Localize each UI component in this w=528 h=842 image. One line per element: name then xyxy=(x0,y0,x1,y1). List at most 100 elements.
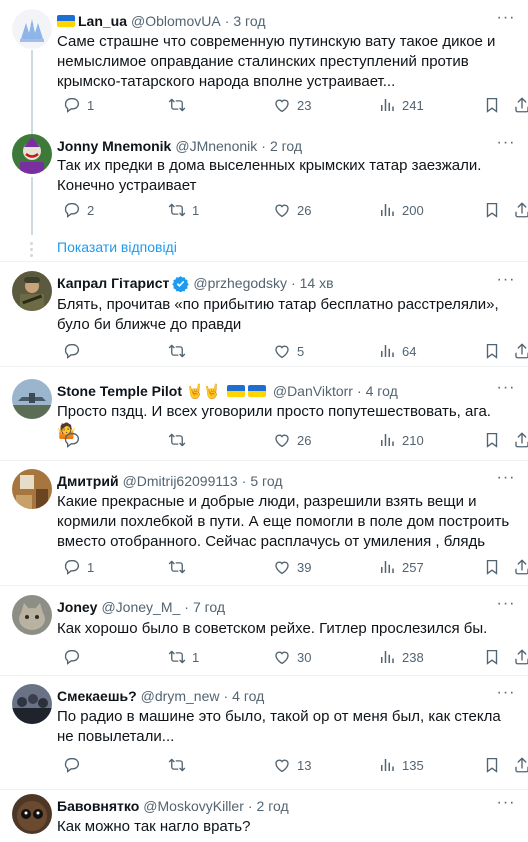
retweet-button[interactable]: 1 xyxy=(162,647,199,667)
like-button[interactable]: 26 xyxy=(267,430,311,450)
avatar[interactable] xyxy=(12,271,52,311)
like-count: 39 xyxy=(297,559,312,575)
more-options-icon[interactable]: ··· xyxy=(496,272,516,293)
timestamp[interactable]: 2 год xyxy=(257,796,289,816)
bookmark-button[interactable] xyxy=(477,341,501,361)
avatar[interactable] xyxy=(12,379,52,419)
user-handle[interactable]: @MoskovyKiller xyxy=(143,796,244,816)
user-handle[interactable]: @Dmitrij62099113 xyxy=(123,471,238,491)
timestamp[interactable]: 3 год xyxy=(233,11,265,31)
user-handle[interactable]: @przhegodsky xyxy=(193,273,287,293)
reply-button[interactable] xyxy=(57,647,87,667)
share-button[interactable] xyxy=(507,430,528,450)
bookmark-button[interactable] xyxy=(477,647,501,667)
avatar[interactable] xyxy=(12,794,52,834)
separator-dot: · xyxy=(184,599,189,615)
retweet-button[interactable] xyxy=(162,755,192,775)
bookmark-button[interactable] xyxy=(477,557,501,577)
display-name[interactable]: Jonny Mnemonik xyxy=(57,136,171,156)
bookmark-button[interactable] xyxy=(477,430,501,450)
share-button[interactable] xyxy=(507,341,528,361)
share-button[interactable] xyxy=(507,647,528,667)
retweet-button[interactable] xyxy=(162,341,192,361)
views-button[interactable]: 241 xyxy=(372,95,424,115)
more-options-icon[interactable]: ··· xyxy=(496,795,516,816)
views-button[interactable]: 64 xyxy=(372,341,416,361)
reply-button[interactable]: 1 xyxy=(57,95,94,115)
timestamp[interactable]: 4 год xyxy=(366,381,398,401)
user-handle[interactable]: @Joney_M_ xyxy=(101,597,180,617)
views-button[interactable]: 200 xyxy=(372,200,424,220)
retweet-button[interactable]: 1 xyxy=(162,200,199,220)
share-button[interactable] xyxy=(507,200,528,220)
avatar[interactable] xyxy=(12,9,52,49)
share-button[interactable] xyxy=(507,755,528,775)
more-options-icon[interactable]: ··· xyxy=(496,685,516,706)
retweet-button[interactable] xyxy=(162,557,192,577)
tweet[interactable]: Бавовнятко @MoskovyKiller · 2 год ··· Как мож… xyxy=(0,790,528,842)
tweet-header: Joney @Joney_M_ · 7 год xyxy=(57,597,516,617)
tweet-actions: 26 210 xyxy=(57,430,528,450)
like-button[interactable]: 30 xyxy=(267,647,311,667)
display-name[interactable]: Joney xyxy=(57,597,97,617)
tweet[interactable]: Смекаешь? @drym_new · 4 год ··· По радио в ма… xyxy=(0,676,528,790)
reply-button[interactable]: 2 xyxy=(57,200,94,220)
timestamp[interactable]: 4 год xyxy=(232,686,264,706)
tweet[interactable]: Капрал Гітарист @przhegodsky · 14 хв ··· Блят… xyxy=(0,262,528,367)
like-button[interactable]: 39 xyxy=(267,557,311,577)
display-name[interactable]: Капрал Гітарист xyxy=(57,273,169,293)
tweet[interactable]: Дмитрий @Dmitrij62099113 · 5 год ··· Какие пр… xyxy=(0,461,528,586)
views-button[interactable]: 238 xyxy=(372,647,424,667)
views-button[interactable]: 135 xyxy=(372,755,424,775)
display-name[interactable]: Смекаешь? xyxy=(57,686,137,706)
more-options-icon[interactable]: ··· xyxy=(496,470,516,491)
retweet-button[interactable] xyxy=(162,430,192,450)
reply-button[interactable] xyxy=(57,341,87,361)
tweet[interactable]: Jonny Mnemonik @JMnenonik · 2 год ··· Так их … xyxy=(0,127,528,262)
avatar[interactable] xyxy=(12,469,52,509)
avatar[interactable] xyxy=(12,134,52,174)
user-handle[interactable]: @JMnenonik xyxy=(175,136,257,156)
more-options-icon[interactable]: ··· xyxy=(496,10,516,31)
user-handle[interactable]: @DanViktorr xyxy=(273,381,353,401)
like-button[interactable]: 5 xyxy=(267,341,304,361)
show-replies-link[interactable]: Показати відповіді xyxy=(57,238,177,256)
timestamp[interactable]: 5 год xyxy=(250,471,282,491)
timestamp[interactable]: 7 год xyxy=(193,597,225,617)
more-options-icon[interactable]: ··· xyxy=(496,135,516,156)
tweet-actions: 13 135 xyxy=(57,755,528,775)
reply-button[interactable] xyxy=(57,430,87,450)
like-button[interactable]: 23 xyxy=(267,95,311,115)
bookmark-button[interactable] xyxy=(477,200,501,220)
tweet[interactable]: Stone Temple Pilot 🤘🤘 @DanViktorr · 4 год ···… xyxy=(0,367,528,461)
avatar[interactable] xyxy=(12,595,52,635)
tweet[interactable]: Joney @Joney_M_ · 7 год ··· Как хорошо было в… xyxy=(0,586,528,676)
user-handle[interactable]: @drym_new xyxy=(141,686,220,706)
display-name[interactable]: Lan_ua xyxy=(78,11,127,31)
user-handle[interactable]: @OblomovUA xyxy=(131,11,221,31)
like-button[interactable]: 13 xyxy=(267,755,311,775)
reply-button[interactable]: 1 xyxy=(57,557,94,577)
views-button[interactable]: 210 xyxy=(372,430,424,450)
display-name[interactable]: Бавовнятко xyxy=(57,796,139,816)
timestamp[interactable]: 14 хв xyxy=(300,273,334,293)
share-icon xyxy=(513,201,528,219)
reply-button[interactable] xyxy=(57,755,87,775)
view-count: 135 xyxy=(402,757,424,773)
bookmark-button[interactable] xyxy=(477,95,501,115)
bookmark-button[interactable] xyxy=(477,755,501,775)
more-options-icon[interactable]: ··· xyxy=(496,380,516,401)
display-name[interactable]: Дмитрий xyxy=(57,471,119,491)
views-button[interactable]: 257 xyxy=(372,557,424,577)
timestamp[interactable]: 2 год xyxy=(270,136,302,156)
view-count: 257 xyxy=(402,559,424,575)
like-button[interactable]: 26 xyxy=(267,200,311,220)
share-icon xyxy=(513,648,528,666)
retweet-button[interactable] xyxy=(162,95,192,115)
bookmark-icon xyxy=(483,201,501,219)
share-button[interactable] xyxy=(507,557,528,577)
display-name[interactable]: Stone Temple Pilot xyxy=(57,381,182,401)
more-options-icon[interactable]: ··· xyxy=(496,596,516,617)
avatar[interactable] xyxy=(12,684,52,724)
share-button[interactable] xyxy=(507,95,528,115)
